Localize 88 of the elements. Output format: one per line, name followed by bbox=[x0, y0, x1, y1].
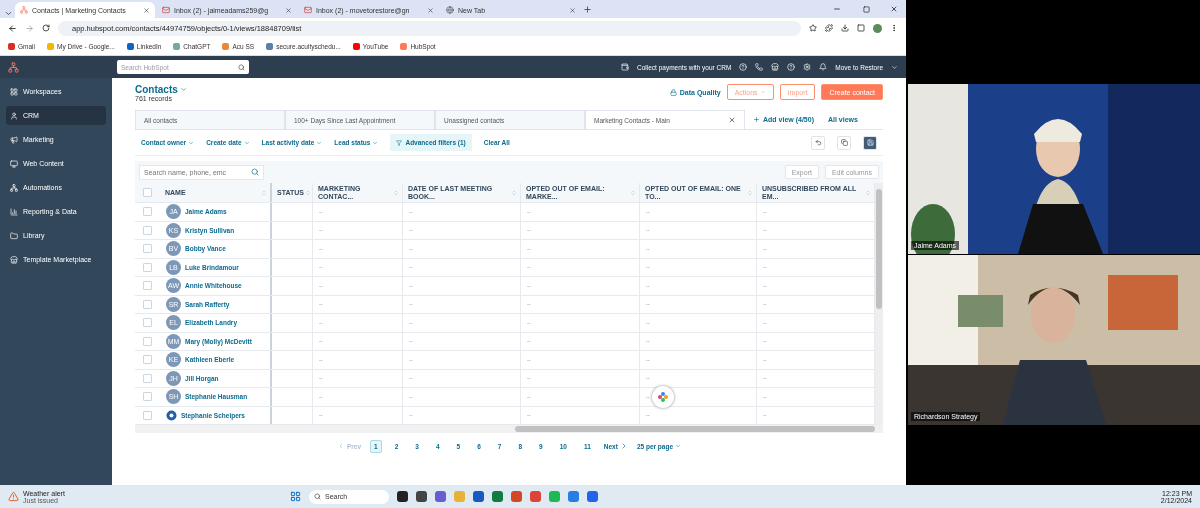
globe-icon bbox=[446, 6, 454, 14]
menu-icon[interactable] bbox=[890, 24, 898, 32]
close-icon[interactable] bbox=[890, 5, 898, 13]
weather-alert-icon[interactable] bbox=[8, 491, 19, 502]
horizontal-scrollbar[interactable] bbox=[135, 425, 883, 433]
restore-icon[interactable] bbox=[863, 6, 870, 13]
sort-icon bbox=[261, 189, 267, 196]
mail-icon bbox=[304, 6, 312, 14]
sprocket-icon bbox=[20, 6, 28, 14]
tab-list-icon[interactable] bbox=[4, 9, 13, 18]
sort-icon bbox=[630, 189, 636, 196]
save-button[interactable] bbox=[863, 135, 877, 150]
caret-icon[interactable] bbox=[179, 86, 187, 93]
bookmark-star-icon[interactable] bbox=[809, 24, 817, 32]
lock-icon bbox=[669, 88, 677, 96]
minimize-icon[interactable] bbox=[833, 5, 841, 13]
row-checkbox[interactable] bbox=[143, 355, 152, 365]
nav-icon bbox=[10, 183, 18, 192]
row-checkbox[interactable] bbox=[143, 244, 152, 254]
row-checkbox[interactable] bbox=[143, 373, 152, 383]
new-tab-icon[interactable] bbox=[583, 5, 592, 14]
caret-icon bbox=[243, 139, 250, 146]
copy-icon bbox=[840, 139, 848, 146]
save-icon bbox=[866, 139, 874, 146]
nav-icon bbox=[10, 255, 18, 264]
download-icon[interactable] bbox=[841, 24, 849, 32]
row-checkbox[interactable] bbox=[143, 392, 152, 402]
row-checkbox[interactable] bbox=[143, 207, 152, 217]
nav-icon bbox=[10, 231, 18, 240]
reload-icon[interactable] bbox=[42, 24, 50, 32]
undo-button[interactable] bbox=[811, 135, 825, 150]
row-checkbox[interactable] bbox=[143, 299, 152, 309]
vertical-scrollbar[interactable] bbox=[875, 183, 883, 425]
side-panel-icon[interactable] bbox=[857, 24, 865, 32]
copy-button[interactable] bbox=[837, 135, 851, 150]
start-icon[interactable] bbox=[290, 491, 301, 502]
help-icon[interactable] bbox=[787, 63, 796, 71]
row-checkbox[interactable] bbox=[143, 318, 152, 328]
notifications-icon[interactable] bbox=[819, 63, 828, 71]
sort-icon bbox=[393, 189, 399, 196]
sort-icon bbox=[865, 189, 871, 196]
close-icon[interactable] bbox=[143, 6, 150, 14]
profile-avatar-icon[interactable] bbox=[873, 23, 882, 33]
nav-icon bbox=[10, 207, 18, 216]
filter-icon bbox=[396, 139, 403, 146]
select-all-checkbox[interactable] bbox=[143, 188, 152, 197]
nav-icon bbox=[10, 159, 18, 168]
search-icon bbox=[251, 168, 259, 176]
caret-icon bbox=[316, 139, 323, 146]
row-checkbox[interactable] bbox=[143, 262, 152, 272]
close-icon[interactable] bbox=[728, 116, 736, 124]
phone-icon[interactable] bbox=[755, 63, 764, 71]
mail-icon bbox=[162, 6, 170, 14]
nav-icon bbox=[10, 87, 18, 96]
caret-icon bbox=[675, 443, 682, 449]
forward-icon[interactable] bbox=[25, 23, 34, 33]
back-icon[interactable] bbox=[8, 23, 17, 33]
wallet-icon[interactable] bbox=[621, 63, 630, 71]
sort-icon bbox=[304, 189, 311, 196]
close-icon[interactable] bbox=[285, 6, 292, 14]
settings-icon[interactable] bbox=[803, 63, 812, 71]
row-checkbox[interactable] bbox=[143, 225, 152, 235]
sprocket-logo-icon[interactable] bbox=[8, 61, 19, 73]
undo-icon bbox=[814, 139, 822, 146]
extensions-icon[interactable] bbox=[825, 24, 833, 32]
search-icon bbox=[238, 63, 245, 71]
marketplace-icon[interactable] bbox=[771, 63, 780, 71]
taskbar-app-icon[interactable] bbox=[397, 491, 408, 502]
sort-icon bbox=[747, 189, 753, 196]
caret-icon bbox=[372, 139, 379, 146]
company-logo-icon bbox=[166, 409, 177, 421]
row-checkbox[interactable] bbox=[143, 410, 152, 420]
row-checkbox[interactable] bbox=[143, 281, 152, 291]
nav-icon bbox=[10, 135, 18, 144]
plus-icon bbox=[753, 116, 760, 123]
caret-icon[interactable] bbox=[891, 63, 898, 71]
caret-icon bbox=[759, 89, 766, 95]
nav-icon bbox=[10, 111, 18, 120]
taskbar-app-icon[interactable] bbox=[416, 491, 427, 502]
row-checkbox[interactable] bbox=[143, 336, 152, 346]
taskbar-app-icon[interactable] bbox=[473, 491, 484, 502]
close-icon[interactable] bbox=[427, 6, 434, 14]
search-icon bbox=[314, 493, 321, 500]
dots-icon bbox=[657, 391, 669, 403]
sort-icon bbox=[511, 189, 517, 196]
caret-icon bbox=[188, 139, 195, 146]
page-title[interactable]: Contacts bbox=[135, 84, 187, 95]
close-icon[interactable] bbox=[569, 6, 576, 14]
